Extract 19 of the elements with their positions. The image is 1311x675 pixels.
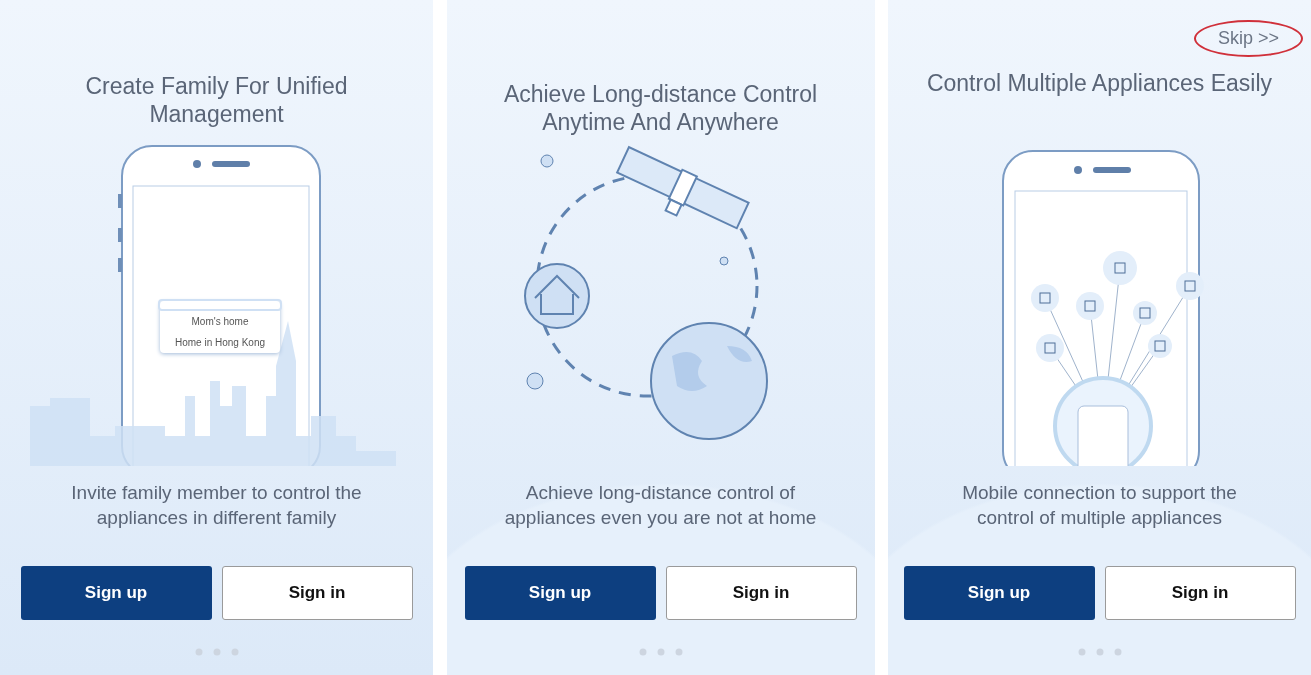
page-indicator-icon xyxy=(1077,648,1122,656)
menu-item[interactable]: Mom's home xyxy=(160,311,280,332)
sign-in-button[interactable]: Sign in xyxy=(1104,566,1296,620)
screen-title: Control Multiple Appliances Easily xyxy=(926,69,1273,97)
dropdown-field[interactable] xyxy=(158,299,282,311)
skip-button[interactable]: Skip >> xyxy=(1193,20,1303,57)
sign-in-button[interactable]: Sign in xyxy=(665,566,857,620)
sign-in-button[interactable]: Sign in xyxy=(221,566,413,620)
sign-up-button[interactable]: Sign up xyxy=(20,566,212,620)
menu-item[interactable]: Home in Hong Kong xyxy=(160,332,280,353)
screen-title: Create Family For Unified Management xyxy=(84,72,349,128)
page-indicator-icon xyxy=(638,648,683,656)
screen-description: Invite family member to control the appliances in different family xyxy=(70,481,363,530)
page-indicator-icon xyxy=(194,648,239,656)
screen-description: Achieve long-distance control of appliances even you are not at home xyxy=(503,481,818,530)
sign-up-button[interactable]: Sign up xyxy=(903,566,1095,620)
screen-title: Achieve Long-distance Control Anytime And Anywhere xyxy=(502,80,819,136)
screen-description: Mobile connection to support the control of multiple appliances xyxy=(961,481,1238,530)
sign-up-button[interactable]: Sign up xyxy=(464,566,656,620)
